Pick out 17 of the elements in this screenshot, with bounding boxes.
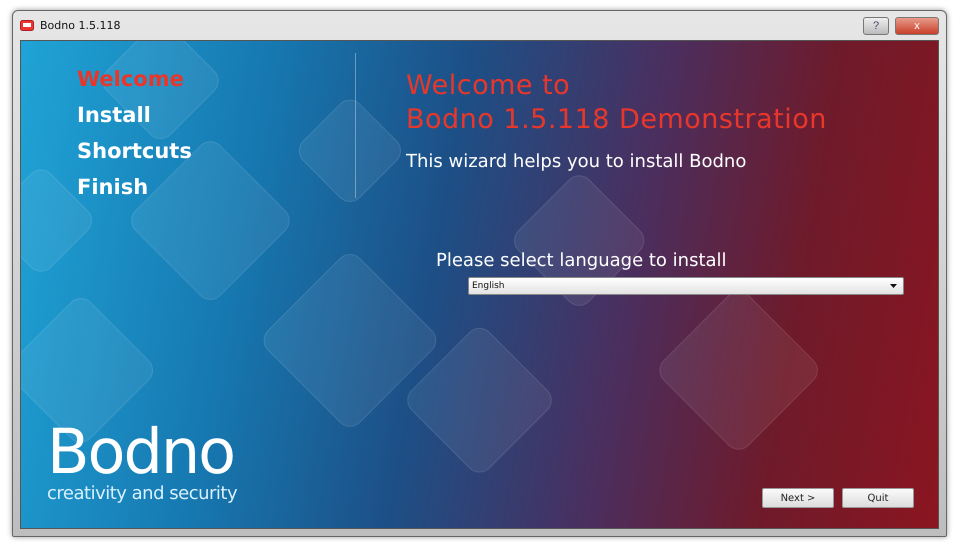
window-title: Bodno 1.5.118	[40, 19, 122, 32]
language-dropdown[interactable]: English	[468, 277, 904, 295]
wizard-step[interactable]: Install	[77, 103, 151, 127]
logo-name: Bodno	[47, 421, 234, 483]
help-button[interactable]: ?	[863, 16, 889, 34]
language-label: Please select language to install	[436, 250, 728, 271]
caret-icon	[890, 284, 897, 288]
app-icon	[20, 20, 34, 31]
logo-tagline: creativity and security	[47, 483, 238, 504]
welcome-heading: Welcome to	[406, 69, 572, 103]
wizard-subtitle: This wizard helps you to install Bodno	[406, 151, 748, 172]
close-button[interactable]: x	[895, 16, 939, 34]
next-button[interactable]: Next >	[762, 488, 834, 508]
wizard-step[interactable]: Shortcuts	[77, 139, 192, 163]
wizard-step[interactable]: Finish	[77, 175, 148, 199]
quit-button[interactable]: Quit	[842, 488, 914, 508]
welcome-heading: Bodno 1.5.118 Demonstration	[406, 103, 828, 137]
